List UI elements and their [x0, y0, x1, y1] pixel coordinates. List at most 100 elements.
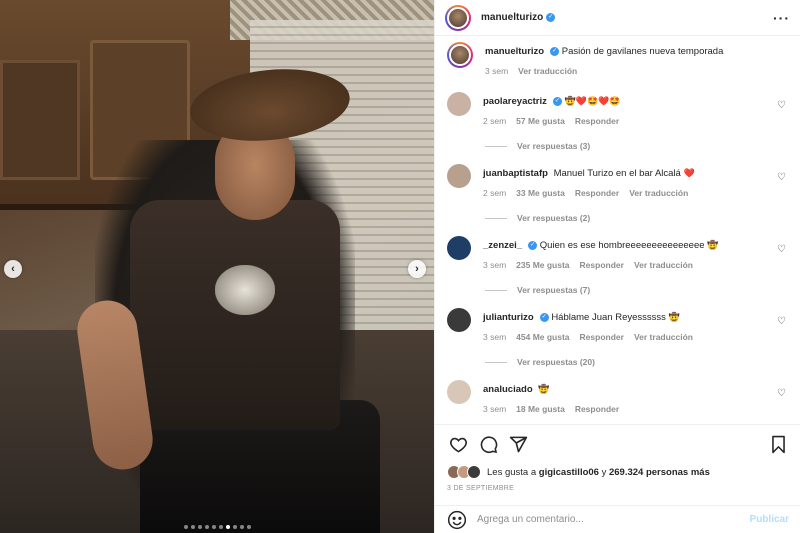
comment-item: analuciado 🤠 3 sem 18 Me gusta Responder…: [447, 380, 788, 416]
comments-list[interactable]: manuelturizo ✓ Pasión de gavilanes nueva …: [435, 36, 800, 424]
comment-username[interactable]: analuciado: [483, 384, 533, 395]
comment-username[interactable]: _zenzei_: [483, 240, 522, 251]
view-replies-label: Ver respuestas (3): [517, 141, 591, 151]
replies-divider: [485, 145, 507, 147]
likers-avatars[interactable]: [447, 465, 481, 479]
comment-avatar[interactable]: [447, 236, 471, 260]
comment-avatar[interactable]: [447, 164, 471, 188]
verified-badge-icon: ✓: [550, 46, 560, 56]
carousel-next-button[interactable]: ›: [408, 260, 426, 278]
smile-icon[interactable]: [447, 510, 467, 530]
heart-icon[interactable]: ♡: [777, 388, 786, 399]
carousel-prev-button[interactable]: ‹: [4, 260, 22, 278]
comment-translate-link[interactable]: Ver traducción: [634, 259, 693, 272]
replies-divider: [485, 289, 507, 291]
heart-icon[interactable]: ♡: [777, 172, 786, 183]
comment-icon[interactable]: [477, 434, 499, 456]
publish-button[interactable]: Publicar: [750, 514, 789, 525]
more-icon[interactable]: ···: [773, 10, 790, 26]
photo-shirt: [130, 200, 340, 430]
comment-item: paolareyactriz ✓ 🤠❤️🤩❤️🤩 2 sem 57 Me gust…: [447, 92, 788, 151]
replies-divider: [485, 361, 507, 363]
comment-reply-button[interactable]: Responder: [580, 259, 624, 272]
comment-time[interactable]: 2 sem: [483, 115, 506, 128]
carousel-dot: [204, 525, 209, 529]
likes-prefix: Les gusta a: [487, 466, 537, 478]
carousel-dot: [239, 525, 244, 529]
caption-time[interactable]: 3 sem: [485, 65, 508, 78]
post-date[interactable]: 3 DE SEPTIEMBRE: [447, 485, 514, 492]
comment-reply-button[interactable]: Responder: [575, 403, 619, 416]
bookmark-icon[interactable]: [767, 434, 789, 456]
comment-username[interactable]: paolareyactriz: [483, 96, 547, 107]
comment-reply-button[interactable]: Responder: [580, 331, 624, 344]
caption-username[interactable]: manuelturizo: [485, 46, 544, 57]
heart-icon[interactable]: ♡: [777, 100, 786, 111]
replies-divider: [485, 217, 507, 219]
action-bar: [435, 424, 800, 464]
comment-row: paolareyactriz ✓ 🤠❤️🤩❤️🤩 2 sem 57 Me gust…: [447, 92, 788, 128]
author-username[interactable]: manuelturizo: [481, 12, 543, 23]
carousel-dot: [183, 525, 188, 529]
comment-input[interactable]: [477, 514, 750, 525]
comment-item: julianturizo ✓ Háblame Juan Reyessssss 🤠 …: [447, 308, 788, 367]
comment-likes[interactable]: 57 Me gusta: [516, 115, 565, 128]
comment-item: juanbaptistafp Manuel Turizo en el bar A…: [447, 164, 788, 223]
post-header: manuelturizo ✓ ···: [435, 0, 800, 36]
photo-cabinet-door-left: [0, 60, 80, 180]
comment-avatar[interactable]: [447, 380, 471, 404]
caption-text: Pasión de gavilanes nueva temporada: [561, 46, 724, 57]
comment-emoji: 🤠: [538, 384, 550, 394]
carousel-dot: [218, 525, 223, 529]
comment-text: Manuel Turizo en el bar Alcalá: [553, 168, 681, 179]
comment-likes[interactable]: 454 Me gusta: [516, 331, 569, 344]
comment-text: Háblame Juan Reyessssss: [551, 312, 666, 323]
comment-row: _zenzei_ ✓ Quien es ese hombreeeeeeeeeeee…: [447, 236, 788, 272]
comment-reply-button[interactable]: Responder: [575, 187, 619, 200]
carousel-dot: [197, 525, 202, 529]
comment-likes[interactable]: 33 Me gusta: [516, 187, 565, 200]
comment-row: analuciado 🤠 3 sem 18 Me gusta Responder…: [447, 380, 788, 416]
comment-translate-link[interactable]: Ver traducción: [634, 331, 693, 344]
carousel-dot: [232, 525, 237, 529]
comment-username[interactable]: juanbaptistafp: [483, 168, 548, 179]
comment-time[interactable]: 3 sem: [483, 331, 506, 344]
verified-badge-icon: ✓: [552, 96, 562, 106]
view-replies-button[interactable]: Ver respuestas (20): [485, 357, 788, 367]
comment-time[interactable]: 3 sem: [483, 259, 506, 272]
add-comment-bar: Publicar: [435, 505, 800, 533]
likes-summary: Les gusta a gigicastillo06 y 269.324 per…: [447, 465, 710, 479]
carousel-dot: [190, 525, 195, 529]
comment-likes[interactable]: 235 Me gusta: [516, 259, 569, 272]
comment-row: julianturizo ✓ Háblame Juan Reyessssss 🤠 …: [447, 308, 788, 344]
caption-translate-link[interactable]: Ver traducción: [518, 65, 577, 78]
view-replies-label: Ver respuestas (7): [517, 285, 591, 295]
comment-emoji: 🤠: [668, 312, 680, 322]
post-photo: ‹ ›: [0, 0, 434, 533]
author-avatar[interactable]: [445, 4, 471, 31]
view-replies-button[interactable]: Ver respuestas (2): [485, 213, 788, 223]
comment-reply-button[interactable]: Responder: [575, 115, 619, 128]
comment-avatar[interactable]: [447, 92, 471, 116]
view-replies-button[interactable]: Ver respuestas (3): [485, 141, 788, 151]
heart-icon[interactable]: ♡: [777, 244, 786, 255]
comment-item: _zenzei_ ✓ Quien es ese hombreeeeeeeeeeee…: [447, 236, 788, 295]
comment-likes[interactable]: 18 Me gusta: [516, 403, 565, 416]
heart-icon[interactable]: ♡: [777, 316, 786, 327]
comment-translate-link[interactable]: Ver traducción: [629, 187, 688, 200]
share-icon[interactable]: [507, 434, 529, 456]
likes-count[interactable]: 269.324 personas más: [609, 467, 710, 478]
comment-time[interactable]: 2 sem: [483, 187, 506, 200]
caption: manuelturizo ✓ Pasión de gavilanes nueva …: [447, 42, 788, 78]
likes-user[interactable]: gigicastillo06: [539, 467, 599, 478]
caption-avatar[interactable]: [447, 42, 473, 68]
comment-username[interactable]: julianturizo: [483, 312, 534, 323]
heart-icon[interactable]: [447, 434, 469, 456]
comment-time[interactable]: 3 sem: [483, 403, 506, 416]
verified-badge-icon: ✓: [546, 13, 556, 22]
carousel-dot: [225, 525, 230, 529]
comment-avatar[interactable]: [447, 308, 471, 332]
view-replies-label: Ver respuestas (2): [517, 213, 591, 223]
verified-badge-icon: ✓: [528, 240, 538, 250]
view-replies-button[interactable]: Ver respuestas (7): [485, 285, 788, 295]
